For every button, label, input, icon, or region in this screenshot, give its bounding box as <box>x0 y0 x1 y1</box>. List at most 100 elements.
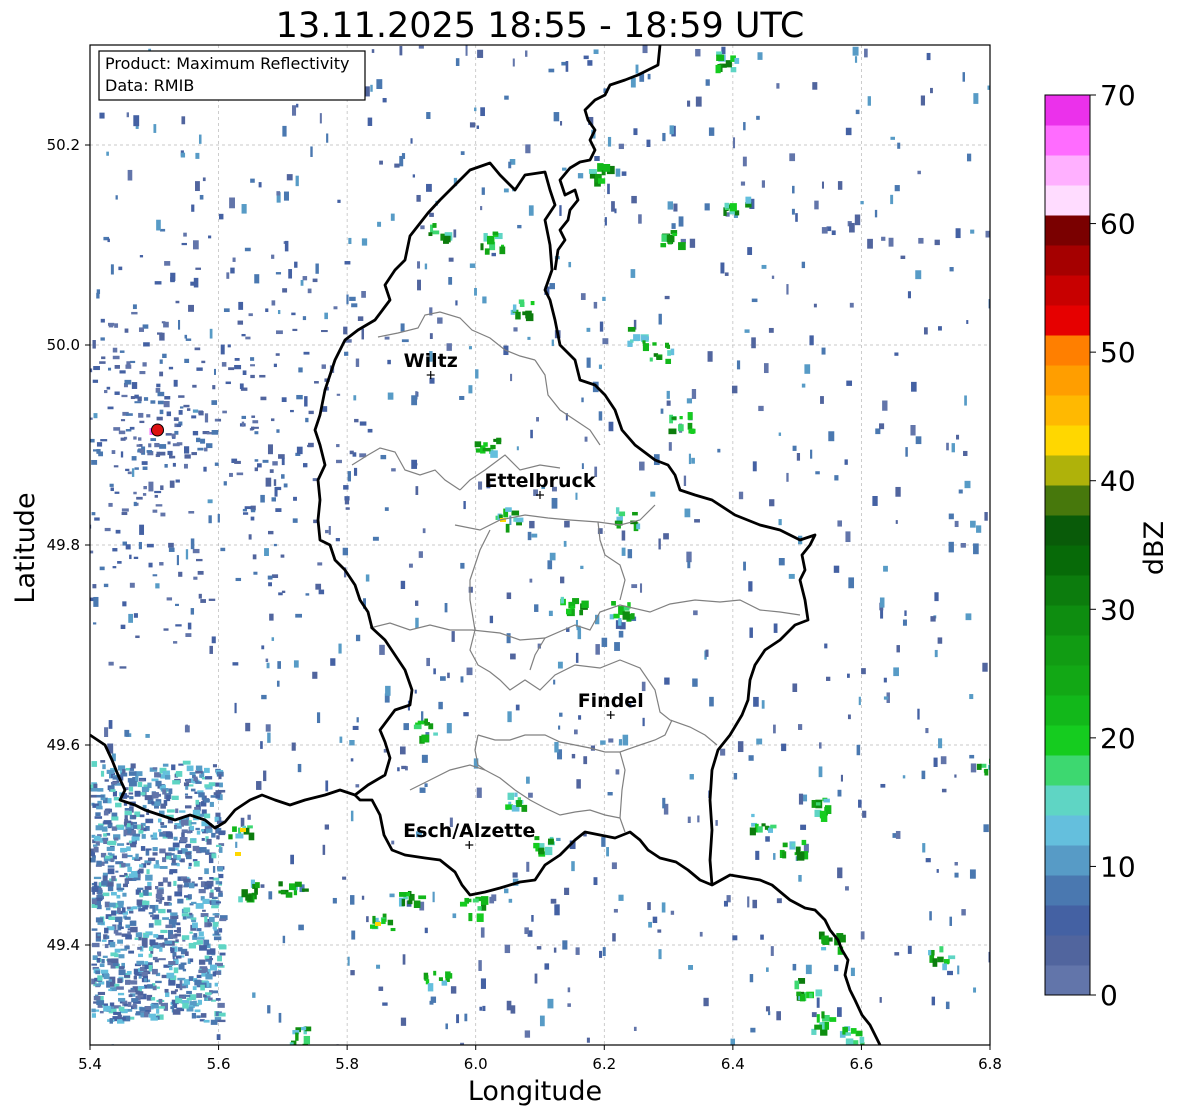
echo-cell <box>942 963 947 971</box>
echo-cell <box>516 522 523 526</box>
echo-cell <box>95 917 103 923</box>
echo-cell <box>459 901 468 907</box>
echo-cell <box>343 326 348 335</box>
echo-cell <box>138 830 144 834</box>
echo-cell <box>258 182 262 188</box>
echo-cell <box>547 560 553 570</box>
echo-cell <box>260 884 265 888</box>
echo-cell <box>847 714 851 720</box>
echo-cell <box>190 788 196 792</box>
echo-cell <box>159 451 166 456</box>
echo-cell <box>155 980 162 984</box>
echo-cell <box>751 813 755 818</box>
echo-cell <box>176 424 182 427</box>
echo-cell <box>195 152 200 159</box>
echo-cell <box>498 514 503 519</box>
echo-cell <box>103 1005 111 1012</box>
echo-cell <box>354 418 359 423</box>
echo-cell <box>413 900 421 909</box>
echo-cell <box>692 678 698 687</box>
echo-cell <box>350 970 355 976</box>
echo-cell <box>401 898 406 907</box>
echo-cell <box>106 846 115 852</box>
echo-cell <box>232 257 236 262</box>
echo-cell <box>463 712 469 717</box>
echo-cell <box>68 612 75 615</box>
echo-cell <box>111 891 117 896</box>
echo-cell <box>112 548 118 552</box>
echo-cell <box>577 173 584 179</box>
echo-cell <box>559 712 563 717</box>
echo-cell <box>244 506 252 510</box>
echo-cell <box>184 951 189 956</box>
echo-cell <box>475 369 479 379</box>
echo-cell <box>890 136 895 140</box>
echo-cell <box>332 897 337 904</box>
echo-cell <box>969 869 976 879</box>
echo-cell <box>509 515 512 525</box>
echo-cell <box>451 631 455 642</box>
echo-cell <box>31 334 34 339</box>
echo-cell <box>206 443 213 449</box>
echo-cell <box>305 593 310 596</box>
echo-cell <box>170 1006 175 1010</box>
echo-cell <box>880 609 884 619</box>
echo-cell <box>94 517 100 521</box>
echo-cell <box>113 427 121 431</box>
echo-cell <box>204 767 210 773</box>
echo-cell <box>269 469 274 473</box>
echo-cell <box>538 847 545 855</box>
echo-cell <box>594 156 600 161</box>
echo-cell <box>622 611 630 620</box>
x-tick-label: 6.0 <box>464 1055 488 1073</box>
echo-cell <box>179 996 186 999</box>
echo-cell <box>689 238 696 248</box>
echo-cell <box>189 958 194 963</box>
echo-cell <box>273 479 277 486</box>
echo-cell <box>880 783 886 788</box>
echo-cell <box>286 174 293 181</box>
echo-cell <box>139 1007 146 1012</box>
echo-cell <box>205 992 212 995</box>
echo-cell <box>218 847 223 853</box>
echo-cell <box>687 560 691 569</box>
echo-cell <box>179 406 184 409</box>
echo-cell <box>553 112 560 122</box>
echo-cell <box>964 480 971 489</box>
echo-cell <box>93 846 99 853</box>
echo-cell <box>129 910 134 914</box>
echo-cell <box>312 671 318 679</box>
echo-cell <box>426 183 432 192</box>
echo-cell <box>336 1044 339 1045</box>
echo-cell <box>184 358 190 363</box>
echo-cell <box>344 351 349 356</box>
echo-cell <box>351 930 356 940</box>
echo-cell <box>152 767 158 770</box>
echo-cell <box>143 397 149 401</box>
echo-cell <box>349 739 355 746</box>
echo-cell <box>575 652 579 663</box>
colorbar-bin <box>1045 515 1090 546</box>
echo-cell <box>556 837 561 842</box>
colorbar-tick-label: 0 <box>1100 979 1118 1012</box>
echo-cell <box>554 741 559 753</box>
echo-cell <box>699 931 703 937</box>
echo-cell <box>897 142 901 149</box>
echo-cell <box>132 833 141 837</box>
echo-cell <box>936 869 939 873</box>
echo-cell <box>324 824 330 830</box>
echo-cell <box>765 836 770 842</box>
echo-cell <box>723 900 728 907</box>
echo-cell <box>811 1028 817 1035</box>
echo-cell <box>768 1011 771 1016</box>
echo-cell <box>121 862 126 868</box>
echo-cell <box>847 673 850 678</box>
echo-cell <box>882 400 888 411</box>
echo-cell <box>166 909 172 913</box>
echo-cell <box>158 829 162 832</box>
echo-cell <box>260 494 265 503</box>
echo-cell <box>108 916 116 920</box>
echo-cell <box>103 810 109 816</box>
echo-cell <box>146 869 150 875</box>
echo-cell <box>922 843 926 853</box>
